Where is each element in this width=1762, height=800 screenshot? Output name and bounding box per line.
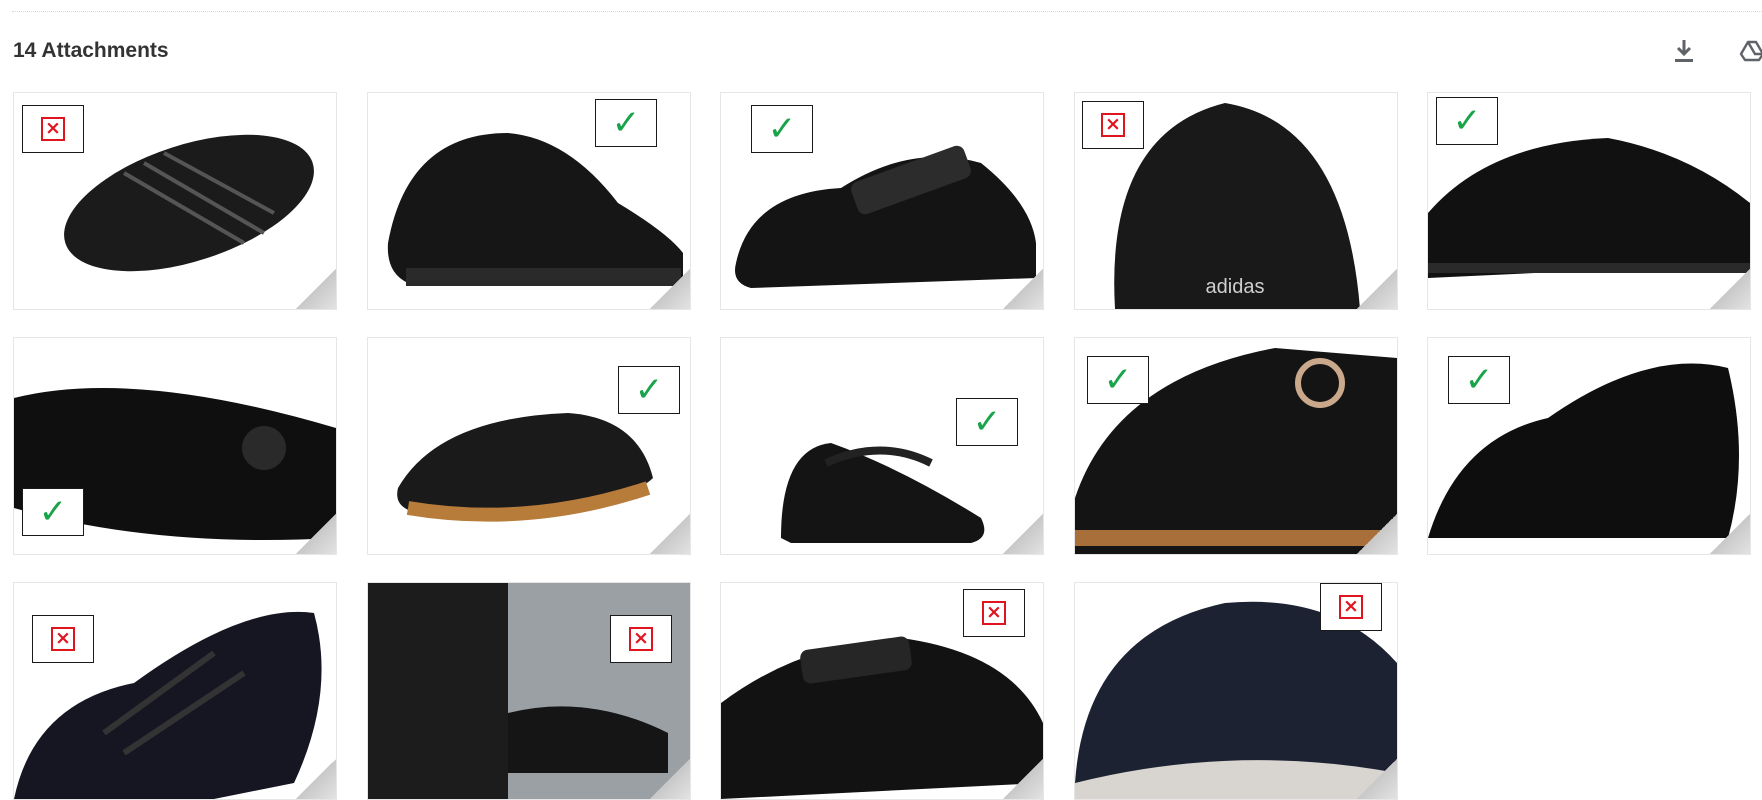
page-fold-corner xyxy=(1003,269,1043,309)
page-fold-corner xyxy=(650,759,690,799)
checkmark-icon: ✓ xyxy=(767,109,797,149)
rejected-mark: × xyxy=(610,615,672,663)
attachment-thumbnail[interactable]: × xyxy=(367,582,691,800)
attachment-thumbnail[interactable]: × xyxy=(720,582,1044,800)
checkmark-icon: ✓ xyxy=(1103,360,1133,400)
page-fold-corner xyxy=(296,514,336,554)
rejected-mark: × xyxy=(22,105,84,153)
shoe-image xyxy=(781,443,985,543)
accepted-mark: ✓ xyxy=(595,99,657,147)
attachment-thumbnail[interactable]: ✓ xyxy=(720,337,1044,555)
page-fold-corner xyxy=(1357,514,1397,554)
checkmark-icon: ✓ xyxy=(1452,101,1482,141)
x-box-icon: × xyxy=(51,627,75,651)
attachments-count-title: 14 Attachments xyxy=(13,39,169,62)
page-fold-corner xyxy=(296,759,336,799)
attachment-thumbnail[interactable]: × xyxy=(13,582,337,800)
page-fold-corner xyxy=(1710,514,1750,554)
attachment-thumbnail[interactable]: ✓ xyxy=(367,337,691,555)
page-fold-corner xyxy=(1003,759,1043,799)
rejected-mark: × xyxy=(32,615,94,663)
save-to-drive-button[interactable] xyxy=(1735,34,1762,68)
checkmark-icon: ✓ xyxy=(38,492,68,532)
accepted-mark: ✓ xyxy=(956,398,1018,446)
rejected-mark: × xyxy=(963,589,1025,637)
rejected-mark: × xyxy=(1082,101,1144,149)
checkmark-icon: ✓ xyxy=(972,402,1002,442)
attachment-thumbnail[interactable]: ✓ xyxy=(1427,337,1751,555)
save-to-drive-icon xyxy=(1739,40,1762,62)
x-box-icon: × xyxy=(1339,595,1363,619)
page-fold-corner xyxy=(1357,759,1397,799)
accepted-mark: ✓ xyxy=(618,366,680,414)
download-all-button[interactable] xyxy=(1667,34,1701,68)
attachment-thumbnail[interactable]: × xyxy=(1074,582,1398,800)
page-fold-corner xyxy=(650,514,690,554)
rejected-mark: × xyxy=(1320,583,1382,631)
x-box-icon: × xyxy=(629,627,653,651)
attachment-thumbnail[interactable]: ✓ xyxy=(720,92,1044,310)
attachment-thumbnail[interactable]: ✓ xyxy=(367,92,691,310)
page-fold-corner xyxy=(1357,269,1397,309)
attachment-thumbnail[interactable]: ✓ xyxy=(1427,92,1751,310)
accepted-mark: ✓ xyxy=(1448,356,1510,404)
divider xyxy=(12,11,1762,12)
x-box-icon: × xyxy=(41,117,65,141)
checkmark-icon: ✓ xyxy=(1464,360,1494,400)
x-box-icon: × xyxy=(1101,113,1125,137)
svg-text:adidas: adidas xyxy=(1206,276,1265,298)
attachment-thumbnail[interactable]: × xyxy=(13,92,337,310)
page-fold-corner xyxy=(1710,269,1750,309)
checkmark-icon: ✓ xyxy=(611,103,641,143)
page-fold-corner xyxy=(650,269,690,309)
page-fold-corner xyxy=(1003,514,1043,554)
attachment-thumbnail[interactable]: adidas × xyxy=(1074,92,1398,310)
accepted-mark: ✓ xyxy=(1087,356,1149,404)
x-box-icon: × xyxy=(982,601,1006,625)
accepted-mark: ✓ xyxy=(751,105,813,153)
accepted-mark: ✓ xyxy=(22,488,84,536)
attachment-thumbnail[interactable]: ✓ xyxy=(13,337,337,555)
accepted-mark: ✓ xyxy=(1436,97,1498,145)
checkmark-icon: ✓ xyxy=(634,370,664,410)
download-icon xyxy=(1675,40,1693,62)
attachment-thumbnail[interactable]: ✓ xyxy=(1074,337,1398,555)
page-fold-corner xyxy=(296,269,336,309)
